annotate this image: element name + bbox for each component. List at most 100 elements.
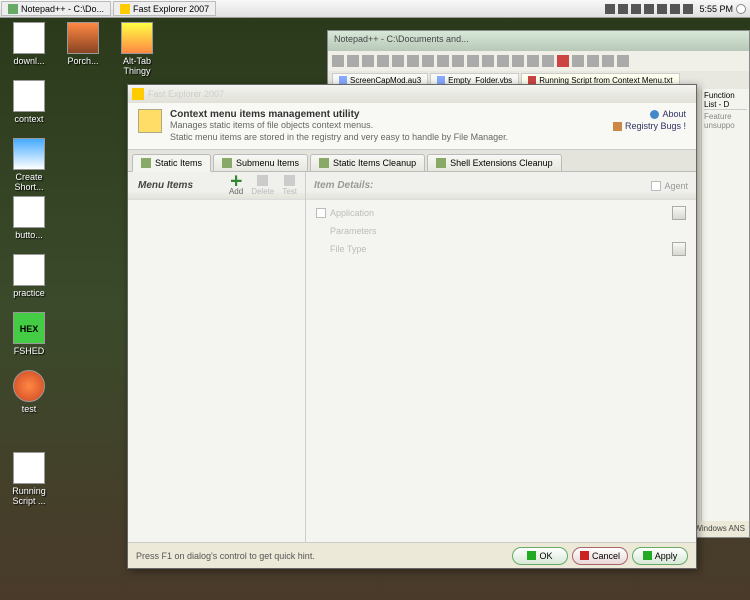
toolbar-icon[interactable] <box>482 55 494 67</box>
menu-actions: Add Delete Test <box>221 175 305 196</box>
dialog-tabs: Static Items Submenu Items Static Items … <box>128 150 696 172</box>
toolbar-icon[interactable] <box>392 55 404 67</box>
checkbox-icon <box>316 208 326 218</box>
toolbar-icon[interactable] <box>377 55 389 67</box>
toolbar-icon[interactable] <box>437 55 449 67</box>
desktop-icon[interactable]: practice <box>4 254 54 298</box>
dialog-titlebar[interactable]: Fast Explorer 2007 <box>128 85 696 103</box>
system-tray: 5:55 PM <box>605 4 750 14</box>
test-button: Test <box>278 175 301 196</box>
desktop-icon[interactable]: Running Script ... <box>4 452 54 506</box>
menu-items-heading: Menu Items <box>128 180 221 191</box>
toolbar-icon[interactable] <box>422 55 434 67</box>
app-icon <box>120 4 130 14</box>
firefox-icon <box>13 370 45 402</box>
tray-icon[interactable] <box>631 4 641 14</box>
utility-icon <box>138 109 162 133</box>
desktop-icon[interactable]: butto... <box>4 196 54 240</box>
side-panel-text: Feature unsuppo <box>704 112 747 130</box>
menu-items-list[interactable] <box>128 200 305 542</box>
file-icon <box>13 196 45 228</box>
ok-button[interactable]: OK <box>512 547 568 565</box>
toolbar-icon[interactable] <box>617 55 629 67</box>
search-icon[interactable] <box>736 4 746 14</box>
toolbar-icon[interactable] <box>332 55 344 67</box>
bug-icon <box>613 122 622 131</box>
tray-icon[interactable] <box>618 4 628 14</box>
file-icon <box>121 22 153 54</box>
toolbar-icon[interactable] <box>602 55 614 67</box>
desktop-icon[interactable]: Create Short... <box>4 138 54 192</box>
info-icon <box>650 110 659 119</box>
desktop-icon[interactable]: HEXFSHED <box>4 312 54 356</box>
desktop-icon[interactable]: Alt-Tab Thingy <box>112 22 162 76</box>
toolbar-icon[interactable] <box>557 55 569 67</box>
toolbar-icon[interactable] <box>362 55 374 67</box>
tab-submenu-items[interactable]: Submenu Items <box>213 154 308 171</box>
file-icon <box>437 76 445 84</box>
tray-icon[interactable] <box>670 4 680 14</box>
file-icon <box>13 452 45 484</box>
toolbar-icon[interactable] <box>347 55 359 67</box>
tray-icon[interactable] <box>657 4 667 14</box>
file-icon <box>13 80 45 112</box>
about-link[interactable]: About <box>613 109 686 119</box>
side-panel-title: Function List - D <box>704 91 747 110</box>
clock[interactable]: 5:55 PM <box>699 4 733 14</box>
toolbar-icon[interactable] <box>527 55 539 67</box>
toolbar-icon[interactable] <box>542 55 554 67</box>
dialog-header: Context menu items management utility Ma… <box>128 103 696 150</box>
toolbar-icon[interactable] <box>497 55 509 67</box>
tray-icon[interactable] <box>683 4 693 14</box>
test-icon <box>284 175 295 186</box>
file-icon <box>13 138 45 170</box>
taskbar-label: Notepad++ - C:\Do... <box>21 4 104 14</box>
delete-button: Delete <box>247 175 278 196</box>
cancel-button[interactable]: Cancel <box>572 547 628 565</box>
filetype-row: File Type <box>316 242 686 256</box>
window-titlebar[interactable]: Notepad++ - C:\Documents and... <box>328 31 749 51</box>
tab-icon <box>222 158 232 168</box>
desktop-icon[interactable]: Porch... <box>58 22 108 66</box>
menu-items-header: Menu Items Add Delete Test <box>128 172 305 200</box>
toolbar-icon[interactable] <box>407 55 419 67</box>
apply-button[interactable]: Apply <box>632 547 688 565</box>
header-links: About Registry Bugs ! <box>613 109 686 133</box>
browse-button <box>672 206 686 220</box>
toolbar-icon[interactable] <box>452 55 464 67</box>
header-title: Context menu items management utility <box>170 109 508 120</box>
taskbar-button-fastexplorer[interactable]: Fast Explorer 2007 <box>113 1 216 16</box>
plus-icon <box>231 175 242 186</box>
side-panel: Function List - D Feature unsuppo <box>701 89 749 521</box>
tab-shell-cleanup[interactable]: Shell Extensions Cleanup <box>427 154 562 171</box>
toolbar-icon[interactable] <box>512 55 524 67</box>
bugs-link[interactable]: Registry Bugs ! <box>613 121 686 131</box>
details-header: Item Details: Agent <box>306 172 696 200</box>
toolbar-icon[interactable] <box>572 55 584 67</box>
tab-static-cleanup[interactable]: Static Items Cleanup <box>310 154 425 171</box>
tab-icon <box>319 158 329 168</box>
tray-icon[interactable] <box>605 4 615 14</box>
header-desc: Manages static items of file objects con… <box>170 120 508 132</box>
details-body: Application Parameters File Type <box>306 200 696 542</box>
file-icon: HEX <box>13 312 45 344</box>
tray-icon[interactable] <box>644 4 654 14</box>
desktop-icon[interactable]: context <box>4 80 54 124</box>
item-details-panel: Item Details: Agent Application Paramete… <box>306 172 696 542</box>
fast-explorer-dialog: Fast Explorer 2007 Context menu items ma… <box>127 84 697 569</box>
file-icon <box>13 254 45 286</box>
taskbar-button-notepad[interactable]: Notepad++ - C:\Do... <box>1 1 111 16</box>
desktop-icon[interactable]: test <box>4 370 54 414</box>
desktop-icon[interactable]: downl... <box>4 22 54 66</box>
tab-static-items[interactable]: Static Items <box>132 154 211 172</box>
header-desc: Static menu items are stored in the regi… <box>170 132 508 144</box>
toolbar-icon[interactable] <box>587 55 599 67</box>
taskbar: Notepad++ - C:\Do... Fast Explorer 2007 … <box>0 0 750 18</box>
check-icon <box>527 551 536 560</box>
file-icon <box>528 76 536 84</box>
add-button[interactable]: Add <box>225 175 247 196</box>
hint-text: Press F1 on dialog's control to get quic… <box>136 551 512 561</box>
dialog-title: Fast Explorer 2007 <box>148 89 224 99</box>
toolbar-icon[interactable] <box>467 55 479 67</box>
dialog-footer: Press F1 on dialog's control to get quic… <box>128 542 696 568</box>
